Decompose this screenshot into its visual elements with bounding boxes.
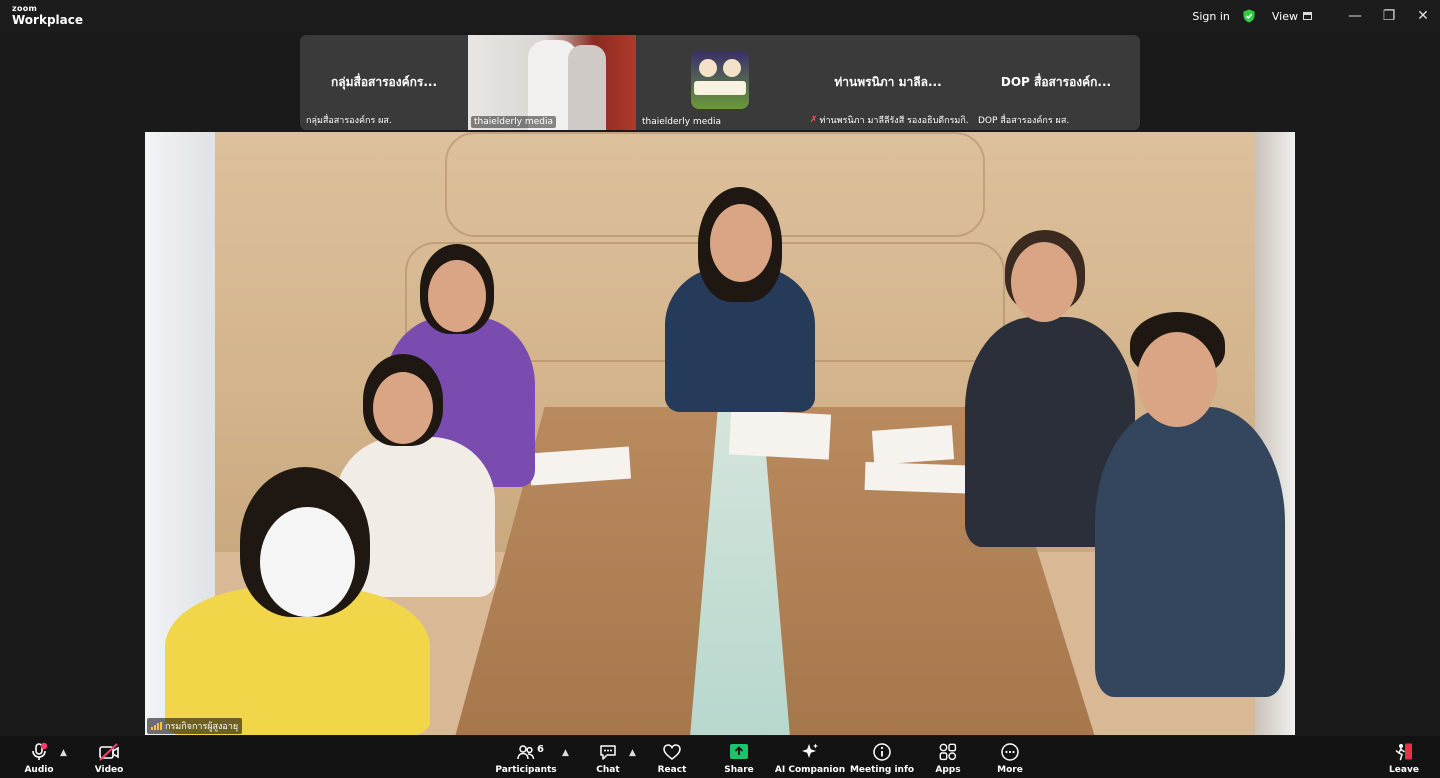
title-bar: zoom Workplace Sign in View — ❐ ✕ <box>0 0 1440 32</box>
participants-icon <box>517 745 535 760</box>
participant-figure <box>1095 407 1285 697</box>
audio-button[interactable]: Audio <box>22 736 56 778</box>
leave-label: Leave <box>1389 765 1419 775</box>
video-camera-off-icon <box>99 743 119 761</box>
participant-name-tag: กลุ่มสื่อสารองค์กร ผส. <box>306 116 392 126</box>
share-screen-icon <box>730 744 748 759</box>
sign-in-button[interactable]: Sign in <box>1192 10 1230 23</box>
meeting-info-button[interactable]: Meeting info <box>850 736 914 778</box>
participant-figure <box>373 372 433 444</box>
participant-thumbnail-strip: กลุ่มสื่อสารองค์กร... กลุ่มสื่อสารองค์กร… <box>300 35 1140 130</box>
document-paper <box>728 409 832 460</box>
participant-figure <box>710 204 772 282</box>
ai-companion-button[interactable]: AI Companion <box>775 736 845 778</box>
participant-name-tag: thaielderly media <box>642 117 721 127</box>
participant-name-tag: DOP สื่อสารองค์กร ผส. <box>978 116 1070 126</box>
zoom-workplace-logo: zoom Workplace <box>12 4 84 27</box>
participant-display-name: ท่านพรนิภา มาลีล... <box>834 75 942 89</box>
participant-thumbnail[interactable]: thaielderly media <box>468 35 636 130</box>
audio-label: Audio <box>24 765 54 775</box>
chat-button[interactable]: Chat <box>594 736 622 778</box>
logo-workplace-text: Workplace <box>12 13 84 27</box>
audio-options-caret-icon[interactable]: ▲ <box>60 748 67 758</box>
participant-name-tag: thaielderly media <box>471 116 556 128</box>
leave-button[interactable]: Leave <box>1389 736 1419 778</box>
view-button[interactable]: View <box>1272 10 1312 23</box>
apps-button[interactable]: Apps <box>934 736 962 778</box>
participant-thumbnail[interactable]: กลุ่มสื่อสารองค์กร... กลุ่มสื่อสารองค์กร… <box>300 35 468 130</box>
leave-door-icon <box>1395 743 1412 761</box>
document-paper <box>871 425 955 465</box>
participant-name-text: ท่านพรนิภา มาลีลีรังสี รองอธิบดีกรมกิ... <box>819 116 969 126</box>
participant-display-name: กลุ่มสื่อสารองค์กร... <box>330 75 438 89</box>
share-label: Share <box>724 765 754 775</box>
ai-sparkle-icon <box>802 743 818 758</box>
share-button[interactable]: Share <box>723 736 755 778</box>
react-button[interactable]: React <box>656 736 688 778</box>
active-speaker-video[interactable]: กรมกิจการผู้สูงอายุ <box>145 132 1295 735</box>
meeting-info-label: Meeting info <box>849 765 915 775</box>
react-label: React <box>657 765 687 775</box>
view-label: View <box>1271 9 1298 23</box>
participant-thumbnail[interactable]: DOP สื่อสารองค์ก... DOP สื่อสารองค์กร ผส… <box>972 35 1140 130</box>
participant-figure <box>1137 332 1217 427</box>
ai-companion-label: AI Companion <box>774 765 846 775</box>
video-button[interactable]: Video <box>93 736 125 778</box>
chat-label: Chat <box>596 765 620 775</box>
participant-figure <box>260 507 355 617</box>
apps-grid-icon <box>939 743 957 761</box>
close-icon[interactable]: ✕ <box>1406 0 1440 32</box>
participant-figure <box>428 260 486 332</box>
participants-options-caret-icon[interactable]: ▲ <box>562 748 569 758</box>
participant-display-name: DOP สื่อสารองค์ก... <box>1000 75 1112 89</box>
chat-bubble-icon <box>600 745 616 760</box>
mic-muted-icon: ✗ <box>810 115 818 125</box>
participant-thumbnail[interactable]: thaielderly media <box>636 35 804 130</box>
meeting-toolbar: Audio ▲ Video Participants 6 ▲ Chat ▲ Re… <box>0 736 1440 778</box>
security-shield-icon[interactable] <box>1242 9 1256 23</box>
restore-icon[interactable]: ❐ <box>1372 0 1406 32</box>
video-label: Video <box>94 765 124 775</box>
participants-label: Participants <box>495 765 557 775</box>
more-label: More <box>997 765 1023 775</box>
video-feed-image <box>568 45 606 130</box>
active-speaker-name-tag: กรมกิจการผู้สูงอายุ <box>147 718 243 734</box>
info-icon <box>873 743 891 761</box>
profile-avatar-image <box>691 50 749 109</box>
more-button[interactable]: More <box>996 736 1024 778</box>
microphone-muted-icon <box>32 742 48 760</box>
signal-strength-icon <box>151 722 162 730</box>
more-dots-icon <box>1001 743 1019 761</box>
logo-zoom-text: zoom <box>12 4 38 13</box>
heart-react-icon <box>663 744 681 760</box>
participant-thumbnail[interactable]: ท่านพรนิภา มาลีล... ✗ ท่านพรนิภา มาลีลีร… <box>804 35 972 130</box>
active-speaker-name: กรมกิจการผู้สูงอายุ <box>165 722 239 732</box>
gallery-view-icon <box>1303 12 1312 20</box>
participants-button[interactable]: Participants <box>495 736 557 778</box>
participant-figure <box>1011 242 1077 322</box>
chat-options-caret-icon[interactable]: ▲ <box>629 748 636 758</box>
minimize-icon[interactable]: — <box>1338 0 1372 32</box>
participants-count: 6 <box>537 744 544 755</box>
apps-label: Apps <box>935 765 961 775</box>
participant-name-tag: ✗ ท่านพรนิภา มาลีลีรังสี รองอธิบดีกรมกิ.… <box>807 112 969 128</box>
